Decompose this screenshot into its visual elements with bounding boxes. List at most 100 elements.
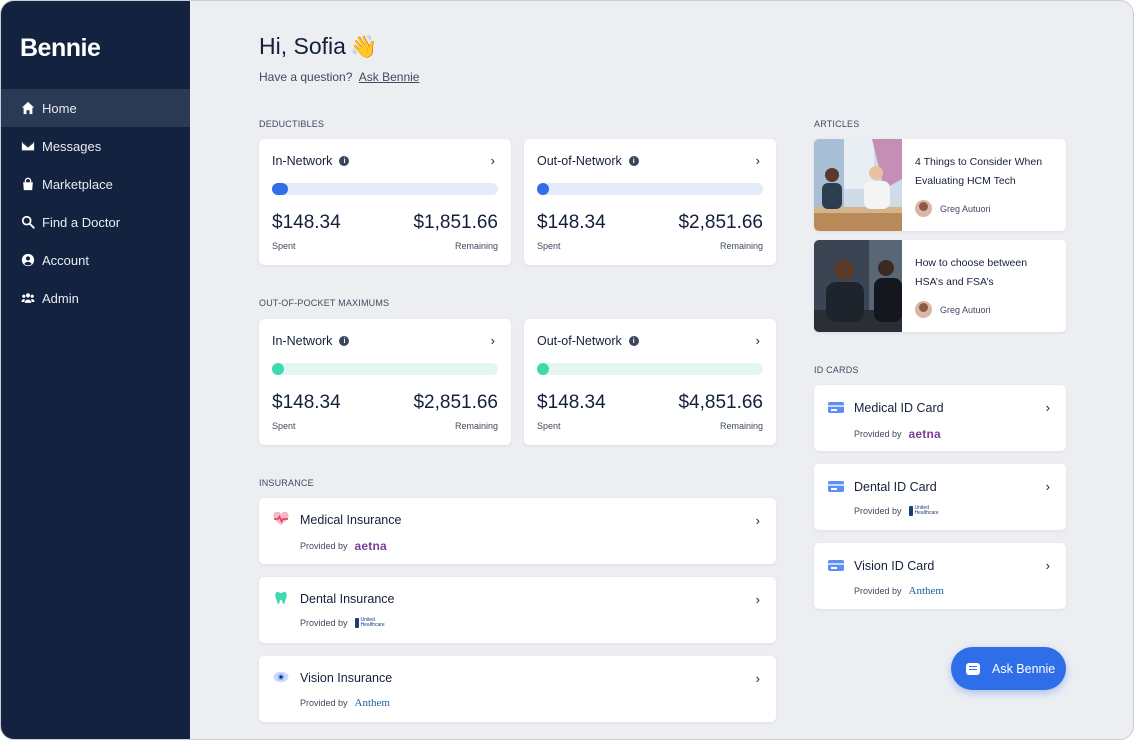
info-icon[interactable]: i bbox=[628, 336, 639, 346]
article-author: Greg Autuori bbox=[915, 200, 991, 217]
chevron-right-icon[interactable]: › bbox=[756, 333, 760, 348]
deductibles-heading: DEDUCTIBLES bbox=[259, 119, 325, 129]
article-image bbox=[814, 240, 902, 332]
tooth-icon bbox=[273, 591, 289, 605]
progress-bar bbox=[537, 363, 763, 375]
remaining-amount: $1,851.66 bbox=[413, 212, 498, 233]
anthem-logo: Anthem bbox=[354, 697, 390, 709]
chevron-right-icon[interactable]: › bbox=[756, 513, 760, 528]
users-icon bbox=[21, 291, 35, 305]
chevron-right-icon[interactable]: › bbox=[491, 153, 495, 168]
user-circle-icon bbox=[21, 253, 35, 267]
provider-line: Provided by Anthem bbox=[300, 697, 390, 709]
progress-fill bbox=[537, 183, 549, 195]
vision-insurance-card[interactable]: Vision Insurance Provided by Anthem › bbox=[259, 656, 776, 722]
chevron-right-icon[interactable]: › bbox=[756, 671, 760, 686]
id-card-title: Vision ID Card bbox=[854, 559, 935, 573]
anthem-logo: Anthem bbox=[908, 585, 944, 597]
provider-line: Provided by aetna bbox=[854, 427, 941, 441]
insurance-title: Dental Insurance bbox=[300, 592, 395, 606]
card-title: In-Network i bbox=[272, 334, 350, 348]
oop-out-of-network-card[interactable]: Out-of-Network i › $148.34 $4,851.66 Spen… bbox=[524, 319, 776, 445]
card-title-text: In-Network bbox=[272, 154, 333, 168]
sidebar-item-label: Marketplace bbox=[42, 176, 113, 192]
spent-amount: $148.34 bbox=[272, 392, 341, 413]
deductible-out-of-network-card[interactable]: Out-of-Network i › $148.34 $2,851.66 Spen… bbox=[524, 139, 776, 265]
chevron-right-icon[interactable]: › bbox=[756, 153, 760, 168]
heartbeat-icon bbox=[273, 512, 289, 526]
provider-line: Provided by United Healthcare bbox=[854, 506, 947, 516]
chevron-right-icon[interactable]: › bbox=[1046, 479, 1050, 494]
oop-in-network-card[interactable]: In-Network i › $148.34 $2,851.66 Spent Re… bbox=[259, 319, 511, 445]
chevron-right-icon[interactable]: › bbox=[1046, 558, 1050, 573]
waving-hand-icon: 👋 bbox=[349, 34, 378, 59]
sidebar-item-account[interactable]: Account bbox=[1, 241, 190, 279]
id-cards-heading: ID CARDS bbox=[814, 365, 859, 375]
chevron-right-icon[interactable]: › bbox=[1046, 400, 1050, 415]
sidebar-item-marketplace[interactable]: Marketplace bbox=[1, 165, 190, 203]
insurance-title: Vision Insurance bbox=[300, 671, 393, 685]
provided-by-label: Provided by bbox=[854, 586, 902, 596]
id-card-icon bbox=[828, 481, 844, 492]
progress-fill bbox=[272, 183, 288, 195]
app-window: Bennie Home Messages Marketplace Find a … bbox=[0, 0, 1134, 740]
sidebar-item-messages[interactable]: Messages bbox=[1, 127, 190, 165]
dental-id-card[interactable]: Dental ID Card Provided by United Health… bbox=[814, 464, 1066, 530]
question-text: Have a question? bbox=[259, 70, 353, 84]
chevron-right-icon[interactable]: › bbox=[756, 592, 760, 607]
card-title-text: Out-of-Network bbox=[537, 334, 622, 348]
ask-bennie-label: Ask Bennie bbox=[992, 661, 1056, 676]
card-title-text: Out-of-Network bbox=[537, 154, 622, 168]
progress-fill bbox=[537, 363, 549, 375]
sidebar-item-label: Home bbox=[42, 100, 77, 116]
sidebar-nav: Home Messages Marketplace Find a Doctor … bbox=[1, 89, 190, 317]
info-icon[interactable]: i bbox=[339, 156, 350, 166]
provider-line: Provided by Anthem bbox=[854, 585, 944, 597]
home-icon bbox=[21, 101, 35, 115]
uhc-mark bbox=[354, 618, 359, 628]
article-card[interactable]: 4 Things to Consider When Evaluating HCM… bbox=[814, 139, 1066, 231]
chevron-right-icon[interactable]: › bbox=[491, 333, 495, 348]
united-healthcare-logo: United Healthcare bbox=[908, 506, 947, 516]
sidebar-item-find-a-doctor[interactable]: Find a Doctor bbox=[1, 203, 190, 241]
info-icon[interactable]: i bbox=[339, 336, 350, 346]
medical-insurance-card[interactable]: Medical Insurance Provided by aetna › bbox=[259, 498, 776, 564]
uhc-mark bbox=[908, 506, 913, 516]
envelope-icon bbox=[21, 139, 35, 153]
sidebar-item-label: Admin bbox=[42, 290, 79, 306]
provided-by-label: Provided by bbox=[854, 506, 902, 516]
remaining-label: Remaining bbox=[454, 421, 498, 431]
medical-id-card[interactable]: Medical ID Card Provided by aetna › bbox=[814, 385, 1066, 451]
bennie-logo[interactable]: Bennie bbox=[20, 34, 101, 63]
author-avatar bbox=[915, 200, 932, 217]
question-prompt: Have a question? Ask Bennie bbox=[259, 70, 419, 84]
sidebar-item-label: Account bbox=[42, 252, 89, 268]
id-card-icon bbox=[828, 560, 844, 571]
sidebar-item-home[interactable]: Home bbox=[1, 89, 190, 127]
dental-insurance-card[interactable]: Dental Insurance Provided by United Heal… bbox=[259, 577, 776, 643]
deductible-in-network-card[interactable]: In-Network i › $148.34 $1,851.66 Spent Re… bbox=[259, 139, 511, 265]
insurance-heading: INSURANCE bbox=[259, 478, 314, 488]
author-avatar bbox=[915, 301, 932, 318]
sidebar-item-admin[interactable]: Admin bbox=[1, 279, 190, 317]
search-icon bbox=[21, 215, 35, 229]
card-title: Out-of-Network i bbox=[537, 334, 639, 348]
card-title-text: In-Network bbox=[272, 334, 333, 348]
spent-label: Spent bbox=[537, 241, 561, 251]
remaining-amount: $2,851.66 bbox=[678, 212, 763, 233]
insurance-title: Medical Insurance bbox=[300, 513, 402, 527]
article-card[interactable]: How to choose between HSA’s and FSA’s Gr… bbox=[814, 240, 1066, 332]
provider-line: Provided by United Healthcare bbox=[300, 618, 393, 628]
chat-bubble-icon bbox=[966, 662, 980, 675]
progress-bar bbox=[272, 183, 498, 195]
ask-bennie-button[interactable]: Ask Bennie bbox=[951, 647, 1066, 690]
provided-by-label: Provided by bbox=[300, 618, 348, 628]
vision-id-card[interactable]: Vision ID Card Provided by Anthem › bbox=[814, 543, 1066, 609]
spent-amount: $148.34 bbox=[537, 392, 606, 413]
info-icon[interactable]: i bbox=[628, 156, 639, 166]
ask-bennie-link[interactable]: Ask Bennie bbox=[359, 70, 420, 84]
article-image bbox=[814, 139, 902, 231]
eye-icon bbox=[273, 670, 289, 684]
uhc-wordmark: United Healthcare bbox=[360, 617, 385, 628]
articles-heading: ARTICLES bbox=[814, 119, 860, 129]
